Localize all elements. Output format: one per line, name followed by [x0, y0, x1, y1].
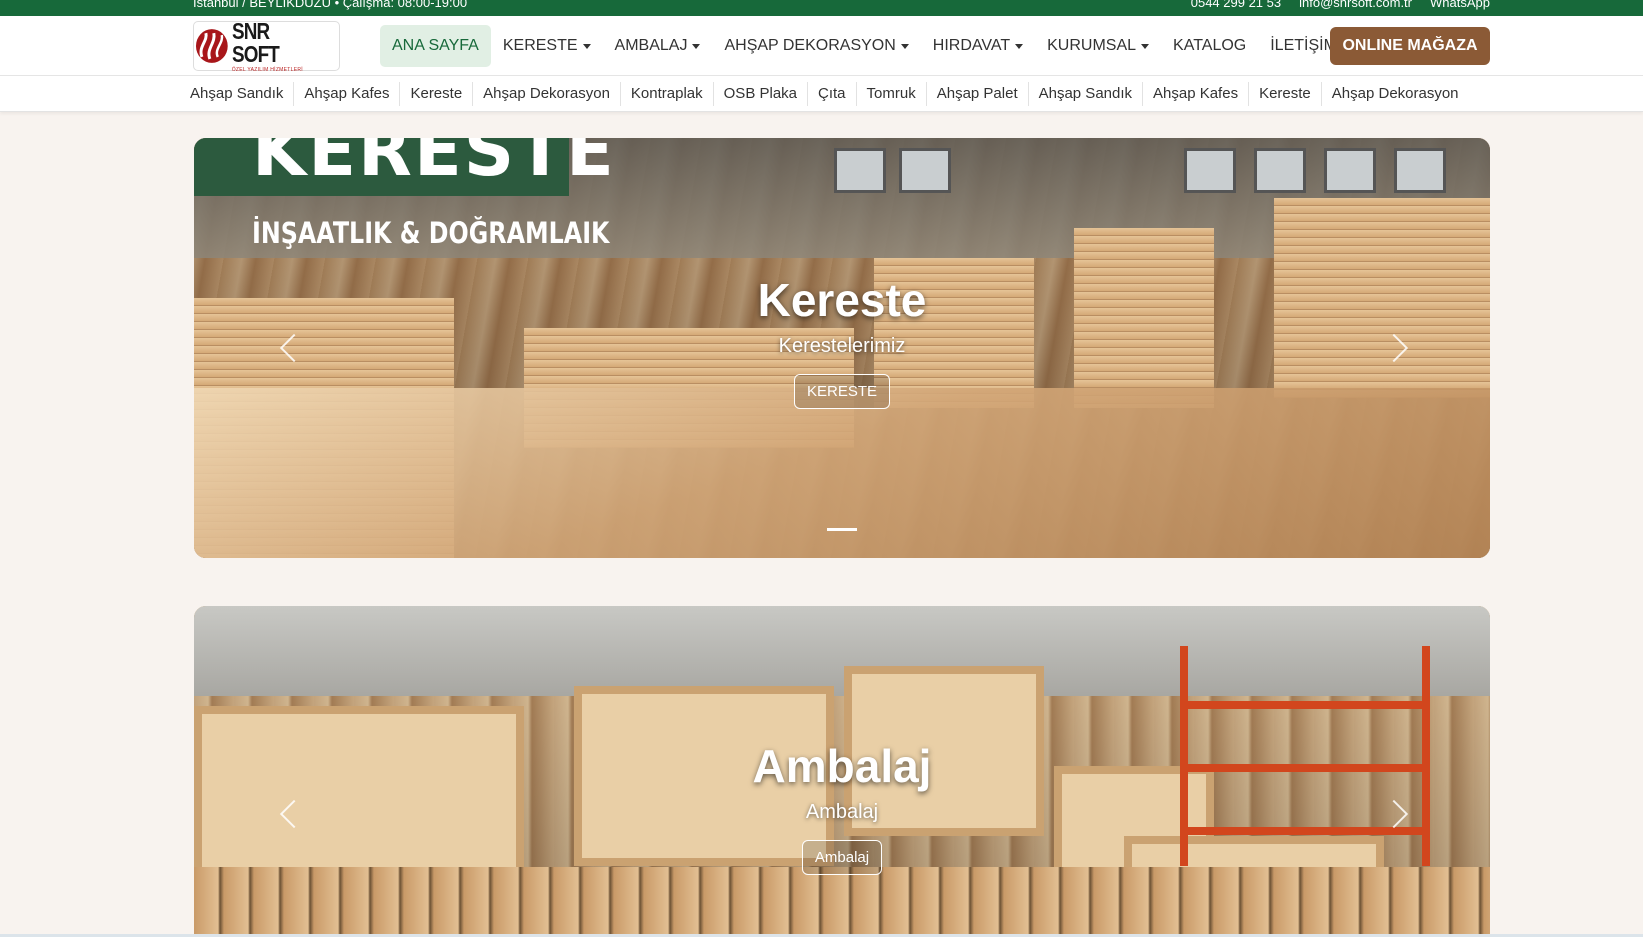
slide-subtitle: Kerestelerimiz — [778, 335, 906, 357]
category-link[interactable]: OSB Plaka — [714, 82, 809, 106]
slide-subtitle: Ambalaj — [805, 801, 879, 823]
prev-arrow-icon[interactable] — [274, 328, 304, 368]
nav-ahsap-dekorasyon[interactable]: AHŞAP DEKORASYON — [712, 25, 920, 67]
online-store-button[interactable]: ONLINE MAĞAZA — [1330, 27, 1490, 65]
site-logo[interactable]: SNR SOFT ÖZEL YAZILIM HİZMETLERİ — [193, 17, 340, 73]
chevron-down-icon — [582, 43, 591, 49]
prev-arrow-icon[interactable] — [274, 794, 304, 834]
slide-title: Kereste — [757, 274, 927, 326]
logo-mark-icon — [195, 29, 228, 63]
email-link[interactable]: info@snrsoft.com.tr — [1299, 0, 1412, 10]
kereste-slider: KERESTE İNŞAATLIK & DOĞRAMLAIK Kereste K… — [194, 138, 1490, 558]
main-navbar: SNR SOFT ÖZEL YAZILIM HİZMETLERİ ANA SAY… — [0, 16, 1643, 76]
next-arrow-icon[interactable] — [1382, 794, 1412, 834]
chevron-down-icon — [1015, 43, 1024, 49]
main-menu: ANA SAYFA KERESTE AMBALAJ AHŞAP DEKORASY… — [380, 25, 1349, 67]
logo-name: SNR SOFT — [231, 17, 280, 67]
ambalaj-slider: Ambalaj Ambalaj Ambalaj — [194, 606, 1490, 937]
slide-indicator[interactable] — [827, 528, 857, 531]
top-info-bar: İstanbul / BEYLİKDÜZÜ • Çalışma: 08:00-1… — [0, 0, 1643, 16]
category-link[interactable]: Çıta — [808, 82, 857, 106]
nav-hirdavat[interactable]: HIRDAVAT — [921, 25, 1035, 67]
kereste-banner: KERESTE — [194, 138, 614, 196]
category-link[interactable]: Ahşap Palet — [927, 82, 1029, 106]
category-link[interactable]: Ahşap Sandık — [180, 82, 295, 106]
chevron-down-icon — [692, 43, 701, 49]
phone-link[interactable]: 0544 299 21 53 — [1191, 0, 1281, 10]
location-hours: İstanbul / BEYLİKDÜZÜ • Çalışma: 08:00-1… — [193, 0, 468, 10]
whatsapp-link[interactable]: WhatsApp — [1430, 0, 1490, 10]
nav-kurumsal[interactable]: KURUMSAL — [1035, 25, 1161, 67]
ambalaj-button[interactable]: Ambalaj — [801, 840, 883, 875]
chevron-down-icon — [900, 43, 909, 49]
category-strip: Ahşap Sandık Ahşap Kafes Kereste Ahşap D… — [0, 76, 1643, 112]
category-link[interactable]: Ahşap Sandık — [1029, 82, 1144, 106]
chevron-down-icon — [1141, 43, 1150, 49]
contact-links: 0544 299 21 53 info@snrsoft.com.tr Whats… — [1191, 0, 1490, 10]
category-link[interactable]: Kereste — [400, 82, 474, 106]
nav-kereste[interactable]: KERESTE — [491, 25, 603, 67]
logo-tagline: ÖZEL YAZILIM HİZMETLERİ — [231, 66, 303, 73]
category-link[interactable]: Ahşap Dekorasyon — [1322, 82, 1469, 106]
nav-home[interactable]: ANA SAYFA — [380, 25, 491, 67]
category-link[interactable]: Ahşap Dekorasyon — [473, 82, 621, 106]
category-link[interactable]: Ahşap Kafes — [294, 82, 401, 106]
nav-ambalaj[interactable]: AMBALAJ — [603, 25, 713, 67]
slide-caption: Kereste Kerestelerimiz KERESTE — [194, 273, 1490, 409]
category-link[interactable]: Tomruk — [857, 82, 927, 106]
next-arrow-icon[interactable] — [1382, 328, 1412, 368]
kereste-button[interactable]: KERESTE — [793, 374, 891, 409]
nav-katalog[interactable]: KATALOG — [1161, 25, 1258, 67]
category-link[interactable]: Kontraplak — [621, 82, 714, 106]
category-link[interactable]: Ahşap Kafes — [1143, 82, 1250, 106]
banner-tagline: İNŞAATLIK & DOĞRAMLAIK — [252, 216, 610, 250]
category-link[interactable]: Kereste — [1249, 82, 1322, 106]
slide-caption: Ambalaj Ambalaj Ambalaj — [194, 739, 1490, 875]
slide-title: Ambalaj — [752, 740, 932, 792]
